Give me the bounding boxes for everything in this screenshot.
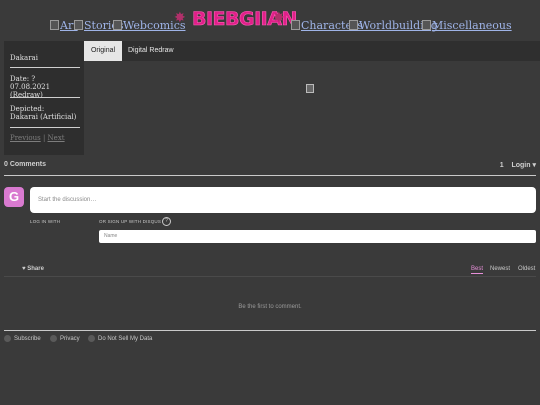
do-not-sell-link[interactable]: Do Not Sell My Data	[98, 336, 152, 342]
previous-link[interactable]: Previous	[10, 134, 41, 142]
sort-newest[interactable]: Newest	[490, 266, 510, 272]
divider	[10, 67, 80, 68]
artwork-tabs: Original Digital Redraw	[84, 41, 540, 61]
subscribe-icon	[4, 335, 11, 342]
nav-link-miscellaneous[interactable]: Miscellaneous	[422, 19, 512, 32]
privacy-link[interactable]: Privacy	[60, 336, 80, 342]
logo-ornament-right-icon: ✸	[273, 10, 285, 26]
tab-digital-redraw[interactable]: Digital Redraw	[128, 41, 174, 61]
name-input[interactable]: Name	[99, 230, 536, 243]
comment-input[interactable]: Start the discussion…	[30, 187, 536, 213]
top-nav: Art Stories Webcomics ✸ BIEBGIIAN ✸ Char…	[0, 6, 540, 40]
avatar: G	[4, 187, 24, 207]
logo-ornament-left-icon: ✸	[174, 10, 186, 26]
broken-image-icon	[50, 20, 59, 30]
empty-comments-message: Be the first to comment.	[238, 304, 302, 310]
pagination-separator: |	[42, 134, 46, 142]
login-area: 1 Login ▾	[500, 161, 536, 169]
divider	[4, 330, 536, 331]
divider	[10, 127, 80, 128]
share-label: Share	[27, 266, 44, 272]
do-not-sell-icon	[88, 335, 95, 342]
date-label: Date: ?	[10, 75, 36, 83]
broken-image-icon	[349, 20, 358, 30]
share-button[interactable]: ♥ Share	[22, 266, 44, 272]
broken-image-icon	[74, 20, 83, 30]
sort-best[interactable]: Best	[471, 266, 484, 274]
depicted-label: Depicted:	[10, 105, 45, 113]
divider	[10, 97, 80, 98]
comment-count: 0 Comments	[4, 161, 47, 168]
sign-up-disqus-label: OR SIGN UP WITH DISQUS	[99, 219, 162, 224]
broken-image-icon	[291, 20, 300, 30]
subscribe-link[interactable]: Subscribe	[14, 336, 41, 342]
broken-image-icon	[422, 20, 431, 30]
log-in-with-label: LOG IN WITH	[30, 219, 61, 224]
tab-original[interactable]: Original	[84, 41, 122, 61]
nav-label: Miscellaneous	[432, 19, 512, 32]
pagination: Previous | Next	[10, 134, 65, 142]
privacy-icon	[50, 335, 57, 342]
notification-count[interactable]: 1	[500, 162, 504, 169]
artwork-info-panel: Dakarai Date: ? 07.08.2021 (Redraw) Depi…	[4, 41, 84, 155]
site-logo[interactable]: ✸ BIEBGIIAN ✸	[172, 8, 298, 31]
help-icon[interactable]: ?	[162, 217, 171, 226]
artwork-image	[306, 84, 314, 93]
divider	[4, 276, 536, 277]
artwork-title: Dakarai	[10, 54, 38, 62]
heart-icon: ♥	[22, 266, 26, 272]
depicted-value: Dakarai (Artificial)	[10, 113, 77, 121]
sort-oldest[interactable]: Oldest	[518, 266, 535, 272]
broken-image-icon	[113, 20, 122, 30]
login-button[interactable]: Login ▾	[511, 162, 536, 169]
next-link[interactable]: Next	[48, 134, 65, 142]
divider	[4, 175, 536, 176]
